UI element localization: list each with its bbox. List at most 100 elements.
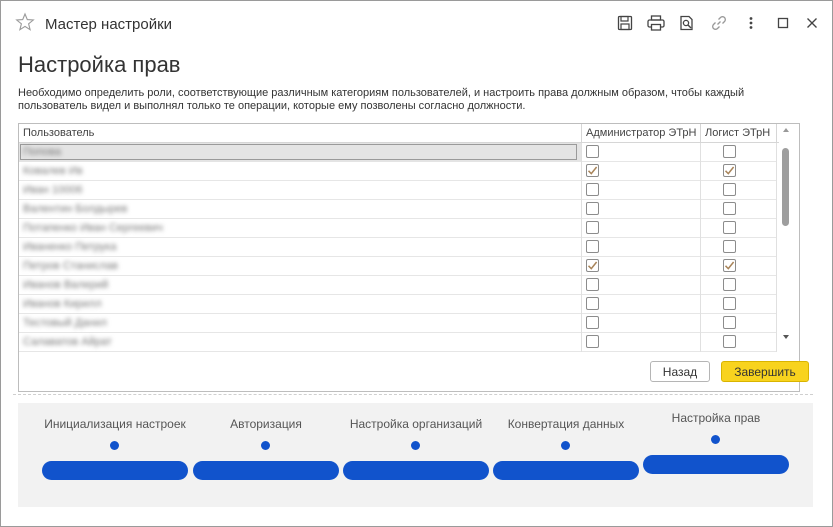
user-cell[interactable]: Иван 10006 — [19, 181, 582, 200]
admin-checkbox[interactable] — [586, 164, 599, 177]
user-cell[interactable]: Валентин Болдырев — [19, 200, 582, 219]
scroll-down-arrow-icon[interactable] — [783, 335, 789, 339]
logist-checkbox[interactable] — [723, 202, 736, 215]
admin-cell — [582, 162, 701, 181]
column-header-user[interactable]: Пользователь — [19, 124, 582, 143]
page-title: Настройка прав — [18, 52, 181, 77]
table-row[interactable]: Попова — [19, 143, 777, 162]
logist-checkbox[interactable] — [723, 335, 736, 348]
step-progress-bar — [343, 461, 489, 480]
save-icon[interactable] — [615, 13, 635, 33]
back-button[interactable]: Назад — [650, 361, 710, 382]
user-cell[interactable]: Иваненко Петрука — [19, 238, 582, 257]
admin-checkbox[interactable] — [586, 335, 599, 348]
user-cell[interactable]: Ковалев Ив — [19, 162, 582, 181]
maximize-icon[interactable] — [773, 13, 793, 33]
admin-cell — [582, 276, 701, 295]
logist-checkbox[interactable] — [723, 221, 736, 234]
user-name: Иваненко Петрука — [23, 241, 117, 253]
user-cell[interactable]: Иванов Валерий — [19, 276, 582, 295]
link-icon[interactable] — [709, 13, 729, 33]
user-cell[interactable]: Салаватов Айрат — [19, 333, 582, 352]
table-row[interactable]: Петров Станислав — [19, 257, 777, 276]
user-name: Иванов Кирилл — [23, 298, 102, 310]
table-row[interactable]: Валентин Болдырев — [19, 200, 777, 219]
wizard-step-label: Настройка прав — [671, 411, 761, 425]
table-row[interactable]: Иван 10006 — [19, 181, 777, 200]
table-scrollbar[interactable] — [779, 124, 799, 391]
table-row[interactable]: Иванов Кирилл — [19, 295, 777, 314]
logist-cell — [701, 181, 777, 200]
admin-cell — [582, 295, 701, 314]
logist-checkbox[interactable] — [723, 145, 736, 158]
user-cell[interactable]: Тестовый Данил — [19, 314, 582, 333]
logist-checkbox[interactable] — [723, 183, 736, 196]
user-cell[interactable]: Попова — [19, 143, 582, 162]
column-header-logist[interactable]: Логист ЭТрН — [701, 124, 777, 143]
admin-checkbox[interactable] — [586, 221, 599, 234]
user-name: Иванов Валерий — [23, 279, 109, 291]
preview-icon[interactable] — [677, 13, 697, 33]
step-dot-icon — [110, 441, 119, 450]
logist-cell — [701, 333, 777, 352]
table-row[interactable]: Салаватов Айрат — [19, 333, 777, 352]
wizard-step-label: Конвертация данных — [507, 417, 625, 431]
logist-cell — [701, 295, 777, 314]
logist-cell — [701, 257, 777, 276]
logist-cell — [701, 143, 777, 162]
user-name: Иван 10006 — [23, 184, 83, 196]
user-name: Петров Станислав — [23, 260, 118, 272]
step-progress-bar — [42, 461, 188, 480]
finish-button[interactable]: Завершить — [721, 361, 809, 382]
logist-checkbox[interactable] — [723, 164, 736, 177]
admin-checkbox[interactable] — [586, 202, 599, 215]
logist-checkbox[interactable] — [723, 240, 736, 253]
scroll-up-arrow-icon[interactable] — [783, 128, 789, 132]
step-progress-bar — [193, 461, 339, 480]
rights-table[interactable]: Пользователь Администратор ЭТрН Логист Э… — [18, 123, 800, 392]
admin-checkbox[interactable] — [586, 183, 599, 196]
logist-checkbox[interactable] — [723, 278, 736, 291]
user-cell[interactable]: Петров Станислав — [19, 257, 582, 276]
table-row[interactable]: Тестовый Данил — [19, 314, 777, 333]
logist-checkbox[interactable] — [723, 297, 736, 310]
column-header-admin[interactable]: Администратор ЭТрН — [582, 124, 701, 143]
wizard-step[interactable]: Конвертация данных — [493, 403, 639, 507]
admin-checkbox[interactable] — [586, 145, 599, 158]
logist-cell — [701, 238, 777, 257]
user-cell[interactable]: Потапенко Иван Сергеевич — [19, 219, 582, 238]
logist-checkbox[interactable] — [723, 316, 736, 329]
user-name: Тестовый Данил — [23, 317, 107, 329]
step-dot-icon — [561, 441, 570, 450]
page-description: Необходимо определить роли, соответствую… — [18, 87, 745, 112]
table-header: Пользователь Администратор ЭТрН Логист Э… — [19, 124, 799, 143]
wizard-step-label: Инициализация настроек — [44, 417, 186, 431]
admin-checkbox[interactable] — [586, 259, 599, 272]
wizard-step[interactable]: Авторизация — [193, 403, 339, 507]
logist-checkbox[interactable] — [723, 259, 736, 272]
table-row[interactable]: Иванов Валерий — [19, 276, 777, 295]
admin-checkbox[interactable] — [586, 316, 599, 329]
wizard-step[interactable]: Инициализация настроек — [42, 403, 188, 507]
admin-cell — [582, 181, 701, 200]
table-row[interactable]: Потапенко Иван Сергеевич — [19, 219, 777, 238]
more-icon[interactable] — [741, 13, 761, 33]
admin-cell — [582, 314, 701, 333]
scroll-thumb[interactable] — [782, 148, 789, 226]
user-name: Салаватов Айрат — [23, 336, 112, 348]
admin-checkbox[interactable] — [586, 240, 599, 253]
wizard-step[interactable]: Настройка организаций — [343, 403, 489, 507]
user-name: Потапенко Иван Сергеевич — [23, 222, 163, 234]
admin-checkbox[interactable] — [586, 278, 599, 291]
close-icon[interactable] — [802, 13, 822, 33]
admin-cell — [582, 257, 701, 276]
user-cell[interactable]: Иванов Кирилл — [19, 295, 582, 314]
wizard-steps: Инициализация настроек Авторизация Настрой… — [18, 403, 813, 507]
table-row[interactable]: Иваненко Петрука — [19, 238, 777, 257]
print-icon[interactable] — [646, 13, 666, 33]
wizard-step[interactable]: Настройка прав — [643, 403, 789, 507]
admin-checkbox[interactable] — [586, 297, 599, 310]
step-dot-icon — [411, 441, 420, 450]
star-icon[interactable] — [15, 12, 35, 32]
table-row[interactable]: Ковалев Ив — [19, 162, 777, 181]
